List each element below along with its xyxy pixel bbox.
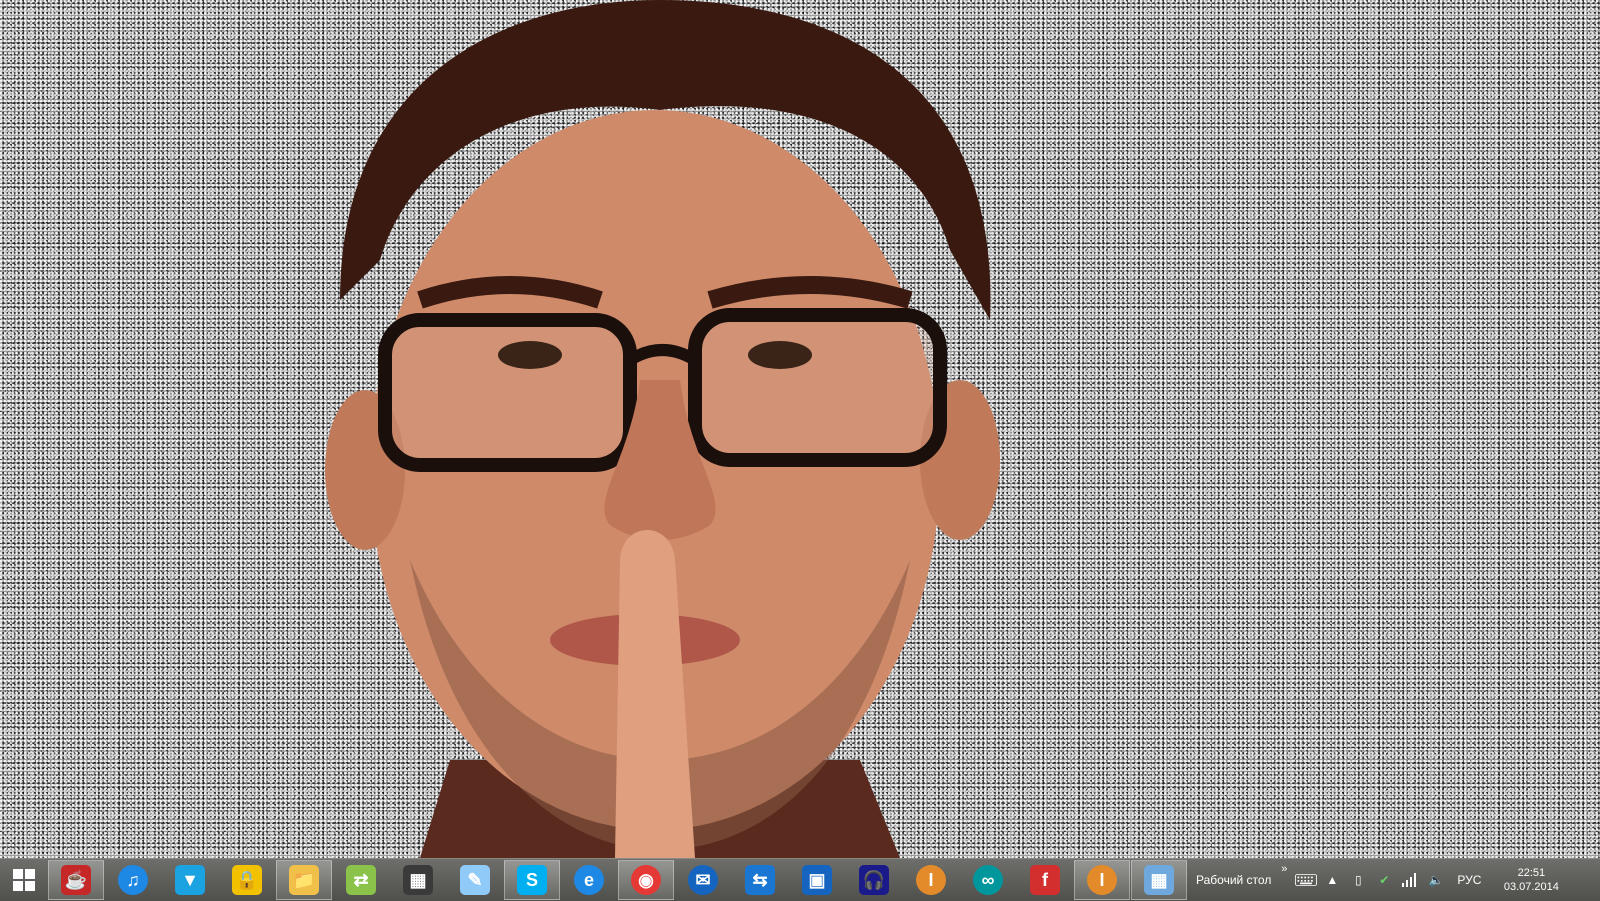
taskbar-button-calculator[interactable]: ▦ [1131, 860, 1187, 900]
taskbar-button-thunderbird[interactable]: ✉ [675, 860, 731, 900]
arduino-icon: ∞ [973, 865, 1003, 895]
taskbar-button-skype[interactable]: S [504, 860, 560, 900]
volume-icon[interactable]: 🔈 [1425, 869, 1447, 891]
taskbar: ☕ ♫ ▼ 🔒 📁 ⇄ ▦ ✎ Se ◉ ✉ ⇆ ▣ 🎧 I ∞ f I ▦ Рабочий стол » ▲ ▯ … [0, 858, 1600, 901]
input-language[interactable]: РУС [1457, 873, 1481, 887]
taskbar-button-app-f-red[interactable]: f [1017, 860, 1073, 900]
desktop-toolbar[interactable]: Рабочий стол » [1196, 863, 1289, 887]
thunderbird-icon: ✉ [688, 865, 718, 895]
taskbar-button-arrow-app[interactable]: ▼ [162, 860, 218, 900]
sync-app-icon: ⇄ [346, 865, 376, 895]
start-button[interactable] [0, 859, 48, 901]
desktop-toolbar-label: Рабочий стол [1196, 873, 1272, 887]
app-f-red-icon: f [1030, 865, 1060, 895]
taskbar-button-notepad[interactable]: ✎ [447, 860, 503, 900]
taskbar-button-chrome[interactable]: ◉ [618, 860, 674, 900]
power-icon[interactable]: ▯ [1347, 869, 1369, 891]
audio-headphones-icon: 🎧 [859, 865, 889, 895]
desktop-background [0, 0, 1600, 858]
network-signal-icon[interactable] [1399, 869, 1421, 891]
taskbar-button-network-app[interactable]: ⇆ [732, 860, 788, 900]
taskbar-button-task-manager[interactable]: ▦ [390, 860, 446, 900]
calculator-icon: ▦ [1144, 865, 1174, 895]
clock[interactable]: 22:51 03.07.2014 [1491, 866, 1571, 894]
toolbar-chevron[interactable]: » [1281, 863, 1287, 875]
notification-area: Рабочий стол » ▲ ▯ ✔ 🔈 РУС 22:51 03.07.2… [1196, 859, 1571, 901]
clock-time: 22:51 [1517, 867, 1546, 879]
taskbar-button-sync-app[interactable]: ⇄ [333, 860, 389, 900]
windows-logo-icon [13, 869, 35, 891]
arrow-app-icon: ▼ [175, 865, 205, 895]
app-i-orange-2-icon: I [1087, 865, 1117, 895]
network-app-icon: ⇆ [745, 865, 775, 895]
chrome-icon: ◉ [631, 865, 661, 895]
itunes-icon: ♫ [118, 865, 148, 895]
taskbar-button-file-explorer[interactable]: 📁 [276, 860, 332, 900]
show-hidden-icons-icon[interactable]: ▲ [1321, 869, 1343, 891]
lock-app-icon: 🔒 [232, 865, 262, 895]
taskbar-button-arduino[interactable]: ∞ [960, 860, 1016, 900]
file-explorer-icon: 📁 [289, 865, 319, 895]
taskbar-button-app-i-orange[interactable]: I [903, 860, 959, 900]
skype-icon: S [517, 865, 547, 895]
java-icon: ☕ [61, 865, 91, 895]
remote-desktop-icon: ▣ [802, 865, 832, 895]
wallpaper-portrait [325, 0, 1000, 858]
taskbar-button-lock-app[interactable]: 🔒 [219, 860, 275, 900]
taskbar-button-remote-desktop[interactable]: ▣ [789, 860, 845, 900]
security-check-icon[interactable]: ✔ [1373, 869, 1395, 891]
taskbar-button-java[interactable]: ☕ [48, 860, 104, 900]
notepad-icon: ✎ [460, 865, 490, 895]
clock-date: 03.07.2014 [1503, 881, 1559, 893]
taskbar-button-app-i-orange-2[interactable]: I [1074, 860, 1130, 900]
taskbar-pinned-apps: ☕ ♫ ▼ 🔒 📁 ⇄ ▦ ✎ Se ◉ ✉ ⇆ ▣ 🎧 I ∞ f I ▦ [48, 860, 1188, 900]
taskbar-button-internet-explorer[interactable]: e [561, 860, 617, 900]
internet-explorer-icon: e [574, 865, 604, 895]
taskbar-button-itunes[interactable]: ♫ [105, 860, 161, 900]
task-manager-icon: ▦ [403, 865, 433, 895]
app-i-orange-icon: I [916, 865, 946, 895]
taskbar-button-audio-headphones[interactable]: 🎧 [846, 860, 902, 900]
keyboard-icon[interactable] [1295, 869, 1318, 891]
